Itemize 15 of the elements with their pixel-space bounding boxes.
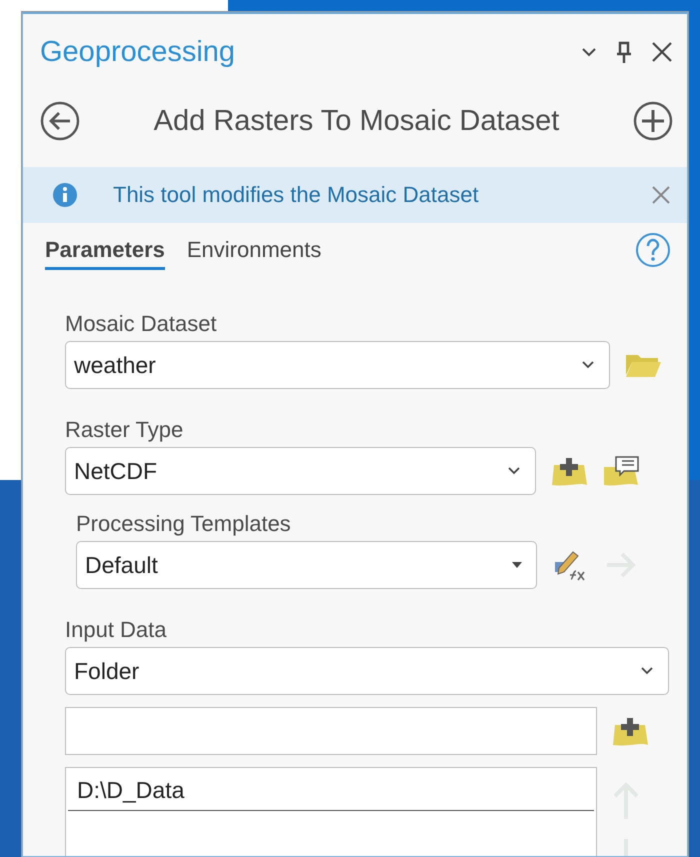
info-message: This tool modifies the Mosaic Dataset	[113, 182, 480, 208]
combo-box[interactable]: Folder	[65, 647, 669, 695]
data-list[interactable]: D:\D_Data	[65, 767, 597, 856]
combo-box[interactable]: weather	[65, 341, 610, 389]
parameter-label: Raster Type	[65, 416, 184, 444]
dropdown[interactable]: Default	[76, 541, 537, 589]
list-item[interactable]: D:\D_Data	[68, 770, 594, 811]
tab[interactable]: Environments	[186, 230, 322, 270]
pane-title: Geoprocessing	[40, 36, 236, 68]
parameter-label: Processing Templates	[76, 510, 292, 538]
tool-title: Add Rasters To Mosaic Dataset	[152, 104, 560, 138]
parameter-label: Input Data	[65, 616, 168, 644]
combo-box[interactable]: NetCDF	[65, 447, 536, 495]
parameter-label: Mosaic Dataset	[65, 310, 218, 338]
tab[interactable]: Parameters	[45, 230, 165, 270]
